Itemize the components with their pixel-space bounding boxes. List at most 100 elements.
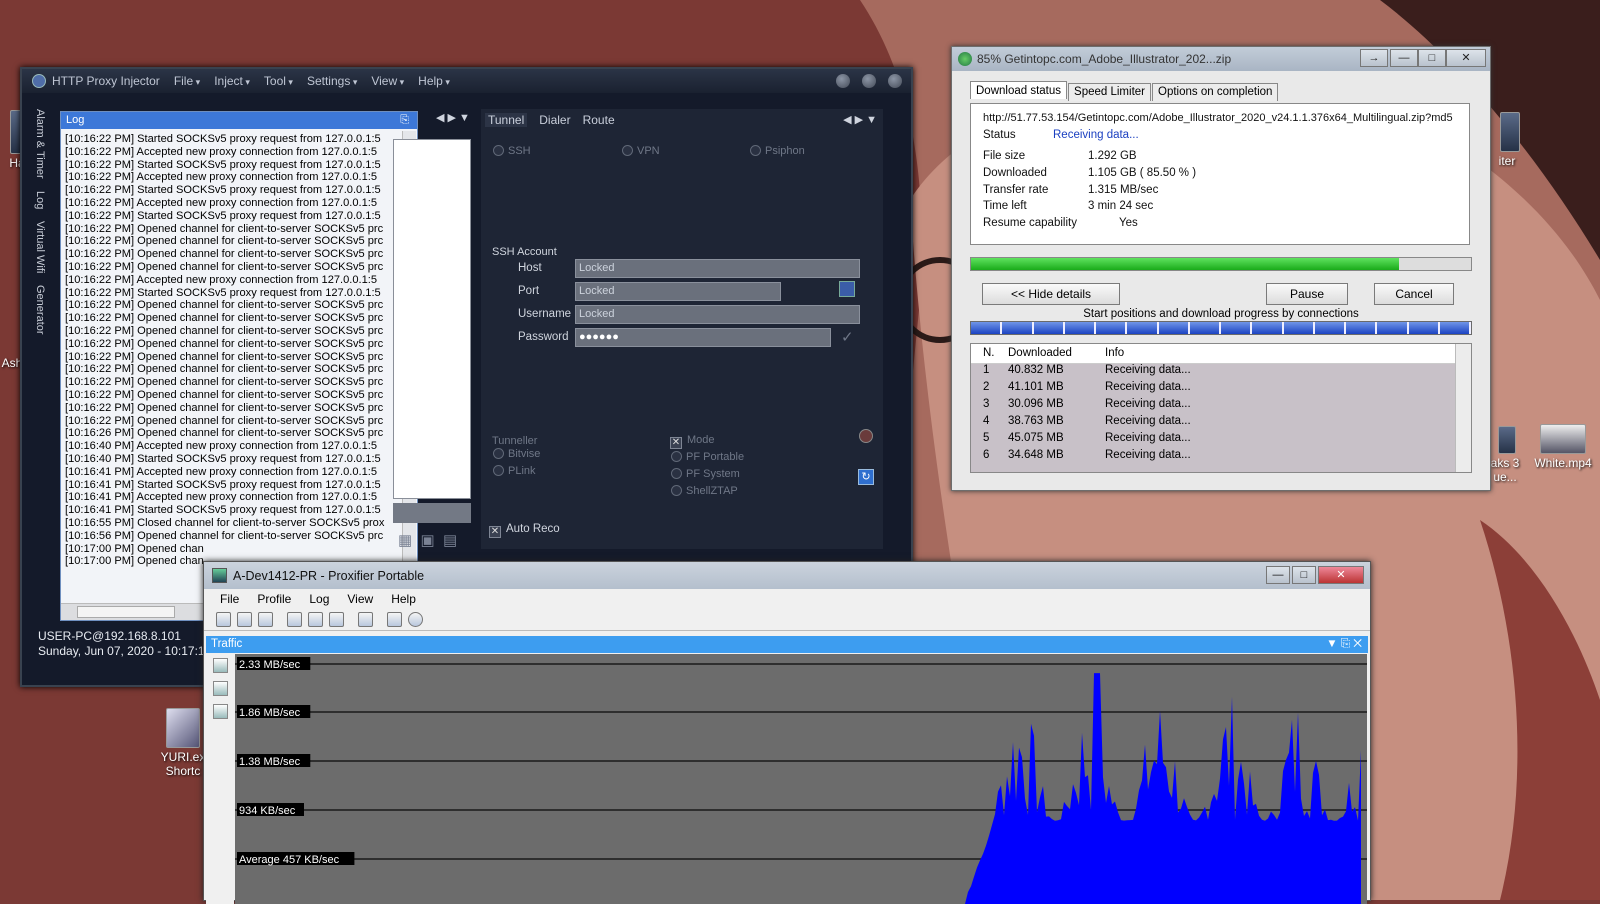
menu-view[interactable]: View xyxy=(371,74,404,88)
minimize-icon[interactable] xyxy=(836,74,850,88)
radio-shellztap[interactable]: ShellZTAP xyxy=(671,485,738,497)
table-row[interactable]: 1 40.832 MB Receiving data... xyxy=(971,364,1471,381)
clear-icon[interactable] xyxy=(212,704,228,719)
checkmark-icon[interactable]: ✓ xyxy=(841,328,854,346)
table-scrollbar[interactable] xyxy=(1455,344,1471,472)
username-field[interactable]: Locked xyxy=(575,305,860,324)
pane-controls-icon[interactable]: ▼ ⎘ ✕ xyxy=(1326,636,1362,653)
save-profile-icon[interactable] xyxy=(329,611,344,627)
menu-view[interactable]: View xyxy=(347,592,373,606)
status-value: Receiving data... xyxy=(1053,129,1139,141)
save-icon[interactable] xyxy=(839,281,855,297)
menu-file[interactable]: File xyxy=(174,74,200,88)
time-left-value: 3 min 24 sec xyxy=(1088,200,1154,212)
close-icon[interactable]: ✕ xyxy=(1446,49,1486,67)
log-line: [10:16:40 PM] Accepted new proxy connect… xyxy=(65,440,378,453)
vtab-virtual-wifi[interactable]: Virtual Wifi xyxy=(34,221,46,273)
panel-nav-icon[interactable]: ◀ ▶ ▼ xyxy=(436,111,470,124)
table-row[interactable]: 3 30.096 MB Receiving data... xyxy=(971,398,1471,415)
tab-tunnel[interactable]: Tunnel xyxy=(485,113,528,127)
tab-route[interactable]: Route xyxy=(583,113,615,127)
tab-download-status[interactable]: Download status xyxy=(970,81,1068,99)
download-status-window: 85% Getintopc.com_Adobe_Illustrator_202.… xyxy=(951,46,1491,491)
tab-options-on-completion[interactable]: Options on completion xyxy=(1152,83,1279,101)
log-line: [10:16:22 PM] Accepted new proxy connect… xyxy=(65,145,378,158)
vtab-log[interactable]: Log xyxy=(34,191,46,209)
log-line: [10:16:41 PM] Started SOCKSv5 proxy requ… xyxy=(65,478,381,491)
desktop-icon-yuri[interactable]: YURI.ex Shortc xyxy=(158,708,208,778)
close-icon[interactable]: ✕ xyxy=(1318,566,1364,584)
password-field[interactable]: ●●●●●● xyxy=(575,328,831,347)
desktop-icon-label: iter xyxy=(1498,154,1516,168)
menu-inject[interactable]: Inject xyxy=(214,74,250,88)
proxy-servers-icon[interactable] xyxy=(216,611,231,627)
clock-icon[interactable] xyxy=(212,658,228,673)
table-cell: 30.096 MB xyxy=(1008,398,1064,410)
table-row[interactable]: 6 34.648 MB Receiving data... xyxy=(971,449,1471,466)
menu-log[interactable]: Log xyxy=(309,592,329,606)
auto-reco-checkbox[interactable]: ✕ Auto Reco xyxy=(489,523,560,538)
table-cell: Receiving data... xyxy=(1105,432,1191,444)
traffic-pane-header: Traffic ▼ ⎘ ✕ xyxy=(206,636,1368,653)
tab-nav-icon[interactable]: ◀ ▶ ▼ xyxy=(843,113,877,126)
help-icon[interactable] xyxy=(408,611,423,627)
pin-icon[interactable]: ⎘ xyxy=(400,112,409,129)
tab-dialer[interactable]: Dialer xyxy=(539,113,570,127)
radio-pf-portable[interactable]: PF Portable xyxy=(671,451,744,463)
host-field[interactable]: Locked xyxy=(575,259,860,278)
tab-speed-limiter[interactable]: Speed Limiter xyxy=(1068,83,1151,101)
col-info[interactable]: Info xyxy=(1105,347,1124,359)
desktop-icon-white-mp4[interactable]: White.mp4 xyxy=(1528,424,1598,470)
downloaded-label: Downloaded xyxy=(983,167,1047,179)
side-list-panel[interactable] xyxy=(393,139,471,499)
radio-ssh[interactable]: SSH xyxy=(493,145,531,157)
log-line: [10:16:22 PM] Started SOCKSv5 proxy requ… xyxy=(65,184,381,197)
log-line: [10:16:22 PM] Opened channel for client-… xyxy=(65,260,384,273)
radio-pf-system[interactable]: PF System xyxy=(671,468,740,480)
minimize-to-tray-icon[interactable]: → xyxy=(1360,49,1388,67)
mode-checkbox[interactable]: ✕ Mode xyxy=(670,434,715,449)
refresh-icon[interactable]: ↻ xyxy=(858,469,874,485)
minimize-icon[interactable]: — xyxy=(1390,49,1418,67)
rules-icon[interactable] xyxy=(237,611,252,627)
log-line: [10:16:22 PM] Accepted new proxy connect… xyxy=(65,196,378,209)
table-row[interactable]: 2 41.101 MB Receiving data... xyxy=(971,381,1471,398)
table-row[interactable]: 4 38.763 MB Receiving data... xyxy=(971,415,1471,432)
radio-plink[interactable]: PLink xyxy=(493,465,536,477)
download-arrow-icon[interactable] xyxy=(212,681,228,696)
vtab-alarm-timer[interactable]: Alarm & Timer xyxy=(34,109,46,179)
maximize-icon[interactable]: □ xyxy=(1292,566,1316,584)
col-n[interactable]: N. xyxy=(983,347,995,359)
col-downloaded[interactable]: Downloaded xyxy=(1008,347,1072,359)
minimize-icon[interactable]: — xyxy=(1266,566,1290,584)
menu-tool[interactable]: Tool xyxy=(264,74,293,88)
name-resolution-icon[interactable] xyxy=(258,611,273,627)
new-profile-icon[interactable] xyxy=(287,611,302,627)
maximize-icon[interactable] xyxy=(862,74,876,88)
maximize-icon[interactable]: □ xyxy=(1418,49,1446,67)
cancel-button[interactable]: Cancel xyxy=(1374,283,1454,305)
print-icon[interactable] xyxy=(387,611,402,627)
radio-vpn[interactable]: VPN xyxy=(622,145,660,157)
export-icon[interactable] xyxy=(358,611,373,627)
menu-settings[interactable]: Settings xyxy=(307,74,357,88)
close-icon[interactable] xyxy=(888,74,902,88)
open-profile-icon[interactable] xyxy=(308,611,323,627)
menu-help[interactable]: Help xyxy=(391,592,416,606)
stop-icon[interactable] xyxy=(859,429,873,443)
radio-bitvise[interactable]: Bitvise xyxy=(493,448,540,460)
menu-profile[interactable]: Profile xyxy=(257,592,291,606)
pause-button[interactable]: Pause xyxy=(1266,283,1348,305)
log-line: [10:16:41 PM] Started SOCKSv5 proxy requ… xyxy=(65,504,381,517)
idm-logo-icon xyxy=(958,52,972,66)
toolbar-icons[interactable]: ▦ ▣ ▤ xyxy=(398,531,457,549)
table-row[interactable]: 5 45.075 MB Receiving data... xyxy=(971,432,1471,449)
menu-help[interactable]: Help xyxy=(418,74,450,88)
hide-details-button[interactable]: << Hide details xyxy=(982,283,1120,305)
port-field[interactable]: Locked xyxy=(575,282,781,301)
vtab-generator[interactable]: Generator xyxy=(34,285,46,335)
desktop-icon[interactable]: iter xyxy=(1486,112,1528,168)
menu-file[interactable]: File xyxy=(220,592,239,606)
side-input[interactable] xyxy=(393,503,471,523)
radio-psiphon[interactable]: Psiphon xyxy=(750,145,805,157)
